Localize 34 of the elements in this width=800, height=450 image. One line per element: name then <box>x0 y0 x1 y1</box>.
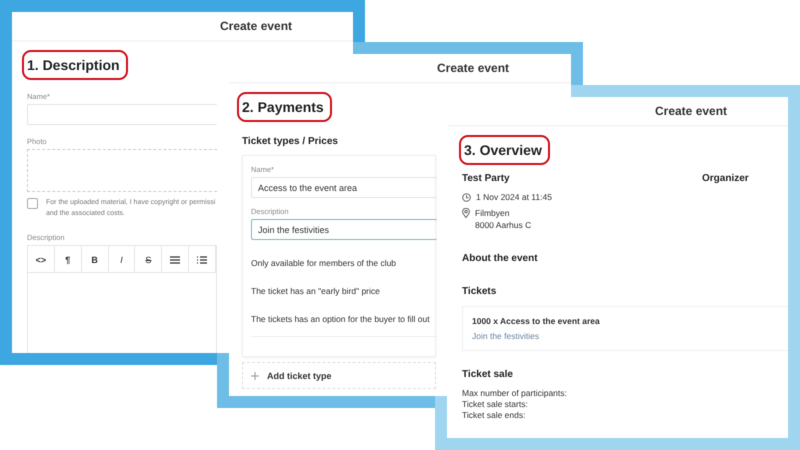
step-heading: 2. Payments <box>237 92 332 122</box>
ticket-line: 1000 x Access to the event area <box>472 316 600 326</box>
window-title: Create event <box>220 19 292 33</box>
numbered-list-icon <box>197 256 208 264</box>
event-date: 1 Nov 2024 at 11:45 <box>476 192 552 202</box>
option-label: The ticket has an "early bird" price <box>251 286 380 296</box>
section-heading: Ticket sale <box>462 369 513 380</box>
add-ticket-button[interactable]: Add ticket type <box>242 362 436 389</box>
name-input[interactable] <box>27 104 217 125</box>
venue-name: Filmbyen <box>475 208 510 218</box>
step-heading: 3. Overview <box>459 135 550 165</box>
ticket-description-input[interactable]: Join the festivities <box>251 219 437 240</box>
sale-detail: Ticket sale ends: <box>462 410 526 421</box>
step-heading: 1. Description <box>22 50 128 80</box>
option-label: Only available for members of the club <box>251 258 396 268</box>
plus-icon <box>251 372 259 380</box>
venue-address: 8000 Aarhus C <box>474 220 532 230</box>
ticket-name-input[interactable]: Access to the event area <box>251 177 437 198</box>
section-heading: Ticket types / Prices <box>242 136 339 147</box>
section-heading: Tickets <box>462 286 496 297</box>
ticket-description: Join the festivities <box>472 331 540 341</box>
window-title: Create event <box>437 61 510 75</box>
option-label: The tickets has an option for the buyer to fill out <box>251 314 430 324</box>
sale-detail: Ticket sale starts: <box>462 399 528 410</box>
clock-icon <box>462 192 471 202</box>
section-heading: About the event <box>462 253 538 264</box>
organizer-heading: Organizer <box>702 173 749 186</box>
sale-detail: Max number of participants: <box>462 388 567 399</box>
consent-checkbox[interactable] <box>27 198 38 209</box>
pin-icon <box>462 208 470 218</box>
event-name: Test Party <box>462 173 510 184</box>
window-title: Create event <box>655 104 728 118</box>
list-icon <box>170 256 180 264</box>
photo-dropzone[interactable] <box>27 149 217 192</box>
